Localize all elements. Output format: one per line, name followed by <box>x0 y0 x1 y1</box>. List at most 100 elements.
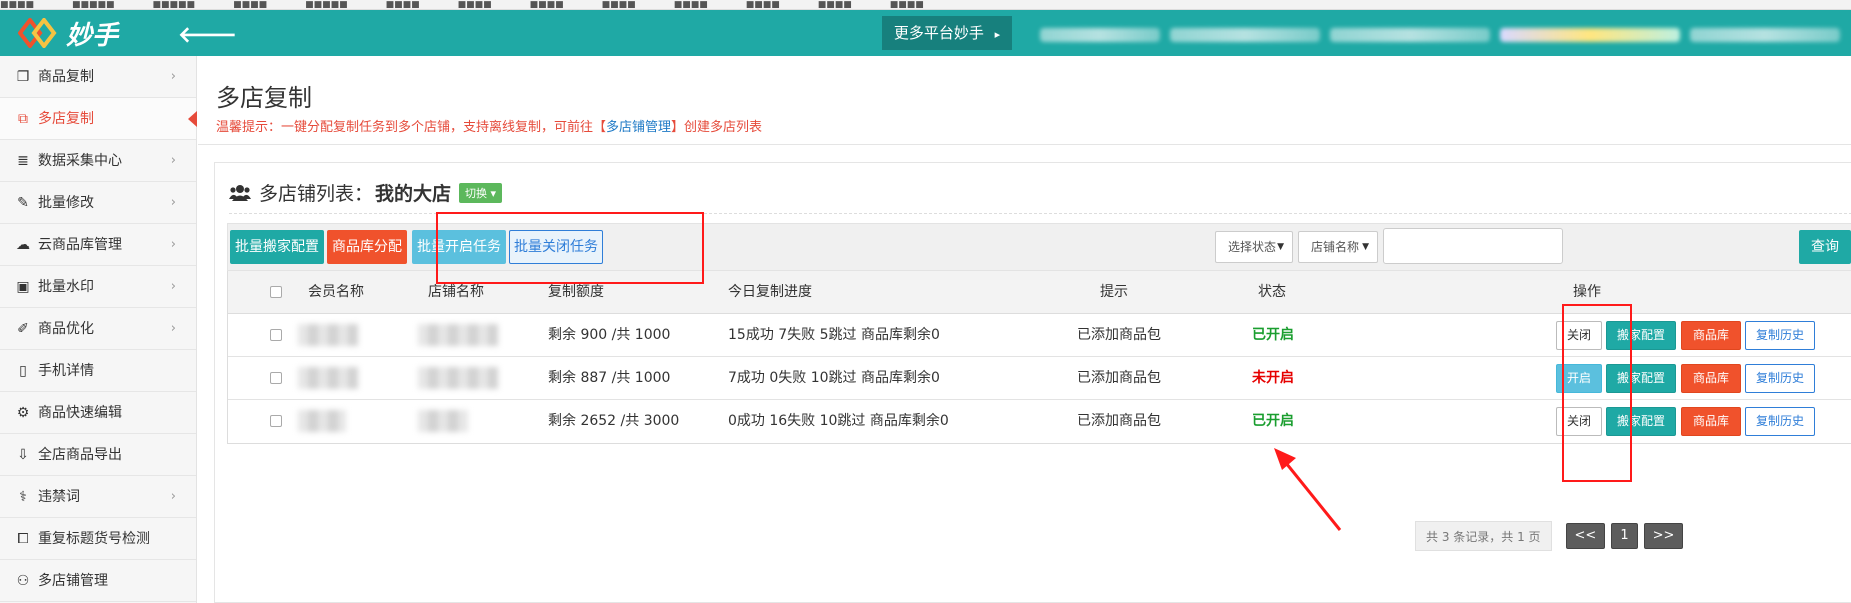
copy-icon: ❐ <box>16 69 30 85</box>
users-icon: ⚇ <box>16 573 30 589</box>
magic-wand-icon: ✐ <box>17 321 29 337</box>
sidebar-item-label: 云商品库管理 <box>38 237 122 253</box>
top-navbar: 妙手 🡐 更多平台妙手 ▸ <box>0 10 1851 56</box>
more-platforms-button[interactable]: 更多平台妙手 ▸ <box>882 16 1012 50</box>
status-select[interactable]: 选择状态 ▼ <box>1215 231 1293 263</box>
store-management-link[interactable]: 多店铺管理 <box>606 120 671 135</box>
tip-suffix: 】创建多店列表 <box>671 120 763 135</box>
caret-down-icon: ▼ <box>1362 242 1369 252</box>
more-platforms-label: 更多平台妙手 <box>893 24 984 42</box>
header-progress: 今日复制进度 <box>728 284 812 300</box>
edit-icon: ✎ <box>17 195 29 211</box>
row-checkbox[interactable] <box>270 329 282 341</box>
chevron-right-icon: › <box>170 321 176 336</box>
panel-heading-label: 多店铺列表： <box>259 183 374 205</box>
lib-distribute-button[interactable]: 商品库分配 <box>327 230 407 264</box>
store-name-select[interactable]: 店铺名称 ▼ <box>1298 231 1378 263</box>
hint-cell: 已添加商品包 <box>1077 413 1161 429</box>
database-icon: ≣ <box>17 153 29 169</box>
row-checkbox[interactable] <box>270 415 282 427</box>
row-checkbox[interactable] <box>270 372 282 384</box>
store-name-redacted <box>418 410 468 432</box>
active-pointer <box>188 111 197 127</box>
sidebar-nav: ❐ 商品复制 › ⧉ 多店复制 ≣ 数据采集中心 › ✎ 批量修改 › ☁ 云商品库管理 › ▣ 批量水印 › ✐… <box>0 56 197 603</box>
account-info-redacted <box>1330 28 1490 42</box>
sidebar-item-label: 商品优化 <box>38 321 94 337</box>
sidebar-item-label: 数据采集中心 <box>38 153 122 169</box>
account-info-redacted <box>1690 28 1840 42</box>
image-icon: ▣ <box>16 279 30 295</box>
prev-page-button[interactable]: << <box>1565 523 1606 549</box>
header-member: 会员名称 <box>308 284 364 300</box>
next-page-button[interactable]: >> <box>1643 523 1684 549</box>
page-1-button[interactable]: 1 <box>1611 523 1638 549</box>
chevron-right-icon: › <box>170 489 176 504</box>
users-icon <box>229 184 251 201</box>
chevron-right-icon: › <box>170 195 176 210</box>
gears-icon: ⚙ <box>16 405 30 421</box>
progress-cell: 0成功 16失败 10跳过 商品库剩余0 <box>728 413 949 429</box>
sidebar-item-label: 全店商品导出 <box>38 447 122 463</box>
progress-cell: 7成功 0失败 10跳过 商品库剩余0 <box>728 370 940 386</box>
current-store-name: 我的大店 <box>375 183 452 205</box>
status-cell: 已开启 <box>1252 413 1294 429</box>
logo-icon <box>18 18 57 48</box>
sidebar-item-6[interactable]: ✐ 商品优化 › <box>0 308 196 350</box>
more-platforms-arrow-icon: ▸ <box>994 28 1001 41</box>
tip-prefix: 温馨提示：一键分配复制任务到多个店铺，支持离线复制，可前往【 <box>216 120 607 135</box>
collapse-sidebar-arrow-icon[interactable]: 🡐 <box>178 22 237 48</box>
page-title: 多店复制 <box>216 84 312 112</box>
switch-store-button[interactable]: 切换 ▾ <box>459 182 503 203</box>
sidebar-item-2[interactable]: ≣ 数据采集中心 › <box>0 140 196 182</box>
bookmarks-bar: ■■■■ ■■■■■ ■■■■■ ■■■■ ■■■■■ ■■■■ ■■■■ ■■■■ ■■■■ ■… <box>0 0 1851 10</box>
stethoscope-icon: ⚕ <box>19 489 27 505</box>
annotation-box-toolbar <box>436 212 704 284</box>
search-input[interactable] <box>1383 228 1563 264</box>
store-name-redacted <box>418 367 498 389</box>
multi-copy-icon: ⧉ <box>18 111 28 127</box>
sidebar-item-label: 多店复制 <box>38 111 94 127</box>
sidebar-item-label: 重复标题货号检测 <box>38 531 150 547</box>
account-info-redacted <box>1170 28 1320 42</box>
store-name-redacted <box>418 324 498 346</box>
divider <box>198 144 1851 145</box>
cloud-icon: ☁ <box>16 237 30 253</box>
sidebar-item-7[interactable]: ▯ 手机详情 <box>0 350 196 392</box>
status-cell: 未开启 <box>1252 370 1294 386</box>
brand-name: 妙手 <box>66 20 119 51</box>
copy-history-button[interactable]: 复制历史 <box>1745 321 1815 350</box>
sidebar-item-4[interactable]: ☁ 云商品库管理 › <box>0 224 196 266</box>
cloud-download-icon: ⇩ <box>17 447 29 463</box>
sidebar-item-9[interactable]: ⇩ 全店商品导出 <box>0 434 196 476</box>
sidebar-item-8[interactable]: ⚙ 商品快速编辑 <box>0 392 196 434</box>
chevron-right-icon: › <box>170 279 176 294</box>
hint-cell: 已添加商品包 <box>1077 370 1161 386</box>
quota-cell: 剩余 887 /共 1000 <box>548 370 671 386</box>
product-lib-button[interactable]: 商品库 <box>1681 321 1741 350</box>
copy-history-button[interactable]: 复制历史 <box>1745 407 1815 436</box>
product-lib-button[interactable]: 商品库 <box>1681 364 1741 393</box>
sidebar-item-5[interactable]: ▣ 批量水印 › <box>0 266 196 308</box>
chevron-right-icon: › <box>170 237 176 252</box>
pagination-info: 共 3 条记录，共 1 页 <box>1415 521 1552 551</box>
sidebar-item-label: 批量水印 <box>38 279 94 295</box>
copy-history-button[interactable]: 复制历史 <box>1745 364 1815 393</box>
sidebar-item-0[interactable]: ❐ 商品复制 › <box>0 56 196 98</box>
sidebar-item-3[interactable]: ✎ 批量修改 › <box>0 182 196 224</box>
sidebar-item-11[interactable]: ⧠ 重复标题货号检测 <box>0 518 196 560</box>
status-cell: 已开启 <box>1252 327 1294 343</box>
sidebar-item-1[interactable]: ⧉ 多店复制 <box>0 98 197 140</box>
duplicate-icon: ⧠ <box>17 531 29 547</box>
batch-move-config-button[interactable]: 批量搬家配置 <box>230 230 324 264</box>
mobile-icon: ▯ <box>19 363 27 379</box>
product-lib-button[interactable]: 商品库 <box>1681 407 1741 436</box>
panel-heading: 多店铺列表： 我的大店 切换 ▾ <box>229 179 503 206</box>
sidebar-item-label: 手机详情 <box>38 363 94 379</box>
brand-logo[interactable]: 妙手 <box>18 16 119 51</box>
sidebar-item-label: 商品快速编辑 <box>38 405 122 421</box>
sidebar-item-12[interactable]: ⚇ 多店铺管理 <box>0 560 196 602</box>
sidebar-item-10[interactable]: ⚕ 违禁词 › <box>0 476 196 518</box>
header-status: 状态 <box>1258 284 1286 300</box>
query-button[interactable]: 查询 <box>1799 230 1851 264</box>
select-all-checkbox[interactable] <box>270 286 282 298</box>
